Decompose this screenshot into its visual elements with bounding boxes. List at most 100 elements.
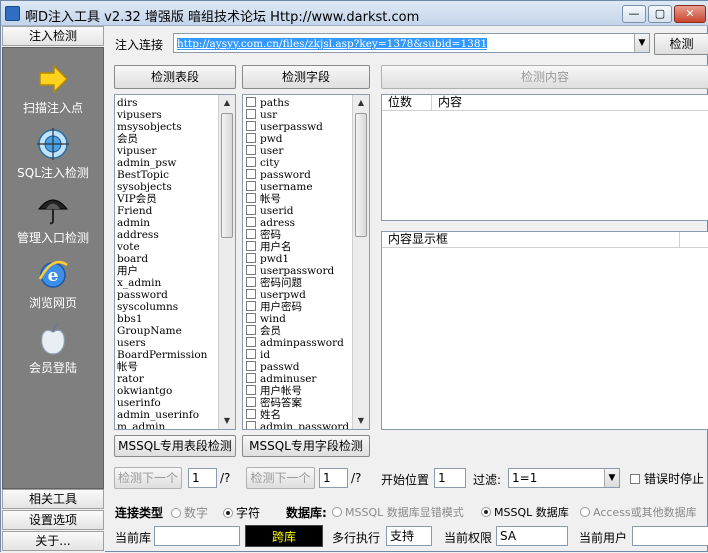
- checkbox-icon[interactable]: [246, 313, 256, 323]
- scroll-thumb[interactable]: [355, 113, 367, 237]
- checkbox-icon[interactable]: [246, 337, 256, 347]
- db-access-radio[interactable]: Access或其他数据库: [580, 504, 697, 520]
- table-list-item[interactable]: 会员: [115, 133, 235, 145]
- field-list-item[interactable]: adress: [243, 217, 369, 229]
- table-list-item[interactable]: board: [115, 253, 235, 265]
- checkbox-icon[interactable]: [246, 385, 256, 395]
- field-list-item[interactable]: 密码答案: [243, 397, 369, 409]
- checkbox-icon[interactable]: [246, 181, 256, 191]
- sidebar-item-scan-injection[interactable]: 扫描注入点: [3, 60, 103, 124]
- table-list-item[interactable]: admin_psw: [115, 157, 235, 169]
- chevron-down-icon[interactable]: ▼: [634, 34, 649, 52]
- field-list-item[interactable]: passwd: [243, 361, 369, 373]
- field-page-input[interactable]: 1: [319, 468, 348, 488]
- table-list-item[interactable]: syscolumns: [115, 301, 235, 313]
- sidebar-item-admin-entry[interactable]: 管理入口检测: [3, 190, 103, 254]
- checkbox-icon[interactable]: [246, 229, 256, 239]
- field-list-item[interactable]: 密码问题: [243, 277, 369, 289]
- content-display-box[interactable]: 内容显示框: [381, 231, 708, 430]
- checkbox-icon[interactable]: [630, 474, 640, 484]
- table-list-item[interactable]: admin: [115, 217, 235, 229]
- field-list-item[interactable]: userpasswd: [243, 121, 369, 133]
- tables-scrollbar[interactable]: ▲ ▼: [218, 95, 235, 429]
- checkbox-icon[interactable]: [246, 325, 256, 335]
- sidebar-item-sql-detect[interactable]: SQL注入检测: [3, 125, 103, 189]
- radio-icon[interactable]: [332, 507, 342, 517]
- field-list-item[interactable]: admin_password: [243, 421, 369, 429]
- sidebar-tab-about[interactable]: 关于...: [2, 531, 104, 551]
- checkbox-icon[interactable]: [246, 169, 256, 179]
- table-list-item[interactable]: BoardPermission: [115, 349, 235, 361]
- scroll-down-icon[interactable]: ▼: [219, 413, 235, 429]
- field-list-item[interactable]: 用户帐号: [243, 385, 369, 397]
- radio-icon[interactable]: [580, 507, 590, 517]
- content-table[interactable]: 位数 内容: [381, 94, 708, 221]
- cross-db-button[interactable]: 跨库: [245, 525, 323, 547]
- url-input[interactable]: http://aysyy.com.cn/files/zkjsl.asp?key=…: [173, 33, 650, 53]
- maximize-button[interactable]: ▢: [648, 5, 672, 23]
- fields-list[interactable]: paths usr userpasswd pwd user city password use…: [242, 94, 370, 430]
- checkbox-icon[interactable]: [246, 349, 256, 359]
- field-list-item[interactable]: 帐号: [243, 193, 369, 205]
- checkbox-icon[interactable]: [246, 373, 256, 383]
- mssql-tables-button[interactable]: MSSQL专用表段检测: [114, 435, 236, 457]
- filter-select[interactable]: 1=1 ▼: [508, 468, 620, 488]
- checkbox-icon[interactable]: [246, 277, 256, 287]
- checkbox-icon[interactable]: [246, 265, 256, 275]
- field-list-item[interactable]: usr: [243, 109, 369, 121]
- sidebar-item-browse-web[interactable]: e 浏览网页: [3, 255, 103, 319]
- current-db-input[interactable]: [154, 526, 240, 546]
- scroll-thumb[interactable]: [221, 113, 233, 238]
- radio-selected-icon[interactable]: [223, 508, 233, 518]
- table-list-item[interactable]: okwiantgo: [115, 385, 235, 397]
- checkbox-icon[interactable]: [246, 241, 256, 251]
- checkbox-icon[interactable]: [246, 193, 256, 203]
- table-list-item[interactable]: x_admin: [115, 277, 235, 289]
- field-list-item[interactable]: 用户名: [243, 241, 369, 253]
- table-list-item[interactable]: msysobjects: [115, 121, 235, 133]
- checkbox-icon[interactable]: [246, 289, 256, 299]
- field-list-item[interactable]: pwd1: [243, 253, 369, 265]
- column-header-content[interactable]: 内容: [432, 95, 708, 111]
- checkbox-icon[interactable]: [246, 361, 256, 371]
- scroll-up-icon[interactable]: ▲: [219, 95, 235, 111]
- sidebar-item-member-login[interactable]: 会员登陆: [3, 320, 103, 384]
- table-list-item[interactable]: sysobjects: [115, 181, 235, 193]
- db-mssql-radio[interactable]: MSSQL 数据库: [481, 504, 569, 520]
- mssql-fields-button[interactable]: MSSQL专用字段检测: [242, 435, 370, 457]
- table-list-item[interactable]: users: [115, 337, 235, 349]
- table-list-item[interactable]: admin_userinfo: [115, 409, 235, 421]
- detect-content-button[interactable]: 检测内容: [381, 65, 708, 89]
- checkbox-icon[interactable]: [246, 109, 256, 119]
- checkbox-icon[interactable]: [246, 421, 256, 429]
- checkbox-icon[interactable]: [246, 133, 256, 143]
- detect-button[interactable]: 检测: [654, 33, 708, 55]
- table-list-item[interactable]: vipuser: [115, 145, 235, 157]
- field-list-item[interactable]: 用户密码: [243, 301, 369, 313]
- field-list-item[interactable]: username: [243, 181, 369, 193]
- scroll-up-icon[interactable]: ▲: [353, 95, 369, 111]
- checkbox-icon[interactable]: [246, 205, 256, 215]
- conn-number-radio[interactable]: 数字: [171, 504, 208, 521]
- field-list-item[interactable]: userid: [243, 205, 369, 217]
- checkbox-icon[interactable]: [246, 97, 256, 107]
- conn-string-radio[interactable]: 字符: [223, 504, 260, 521]
- table-page-input[interactable]: 1: [188, 468, 217, 488]
- table-list-item[interactable]: GroupName: [115, 325, 235, 337]
- table-list-item[interactable]: address: [115, 229, 235, 241]
- sidebar-tab-injection-detect[interactable]: 注入检测: [2, 26, 104, 46]
- field-list-item[interactable]: id: [243, 349, 369, 361]
- table-list-item[interactable]: vote: [115, 241, 235, 253]
- field-list-item[interactable]: 姓名: [243, 409, 369, 421]
- field-list-item[interactable]: userpwd: [243, 289, 369, 301]
- field-list-item[interactable]: wind: [243, 313, 369, 325]
- radio-icon[interactable]: [171, 508, 181, 518]
- table-list-item[interactable]: Friend: [115, 205, 235, 217]
- stop-on-error-checkbox[interactable]: 错误时停止: [630, 470, 704, 487]
- table-list-item[interactable]: 帐号: [115, 361, 235, 373]
- table-list-item[interactable]: BestTopic: [115, 169, 235, 181]
- detect-tables-button[interactable]: 检测表段: [114, 65, 236, 89]
- sidebar-tab-settings[interactable]: 设置选项: [2, 510, 104, 530]
- field-list-item[interactable]: pwd: [243, 133, 369, 145]
- minimize-button[interactable]: —: [622, 5, 646, 23]
